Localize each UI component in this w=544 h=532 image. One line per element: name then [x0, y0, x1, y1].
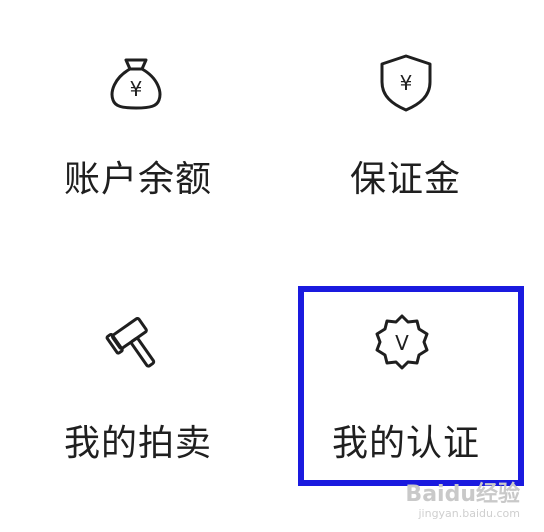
watermark-text: Baidu经验	[405, 482, 520, 507]
grid-item-label: 我的认证	[332, 423, 481, 464]
grid-item-label: 我的拍卖	[64, 423, 213, 464]
auction-hammer-icon	[104, 310, 168, 374]
watermark-subtext: jingyan.baidu.com	[418, 507, 520, 520]
yuan-glyph: ¥	[400, 71, 413, 95]
yuan-glyph: ¥	[130, 77, 143, 101]
watermark-main: Baidu经验	[405, 476, 520, 508]
verified-glyph: V	[395, 331, 409, 355]
grid-item-account-balance[interactable]: ¥ 账户余额	[0, 0, 272, 266]
shield-yuan-icon: ¥	[374, 50, 438, 114]
verified-badge-icon: V	[370, 310, 434, 374]
menu-grid: ¥ 账户余额 ¥ 保证金 我的拍卖 V 我的认证	[0, 0, 544, 532]
grid-item-label: 账户余额	[64, 159, 213, 200]
watermark: Baidu经验 jingyan.baidu.com	[405, 476, 520, 520]
money-bag-icon: ¥	[104, 50, 168, 114]
grid-item-label: 保证金	[350, 159, 462, 200]
grid-item-deposit[interactable]: ¥ 保证金	[272, 0, 544, 266]
grid-item-my-auctions[interactable]: 我的拍卖	[0, 266, 272, 532]
